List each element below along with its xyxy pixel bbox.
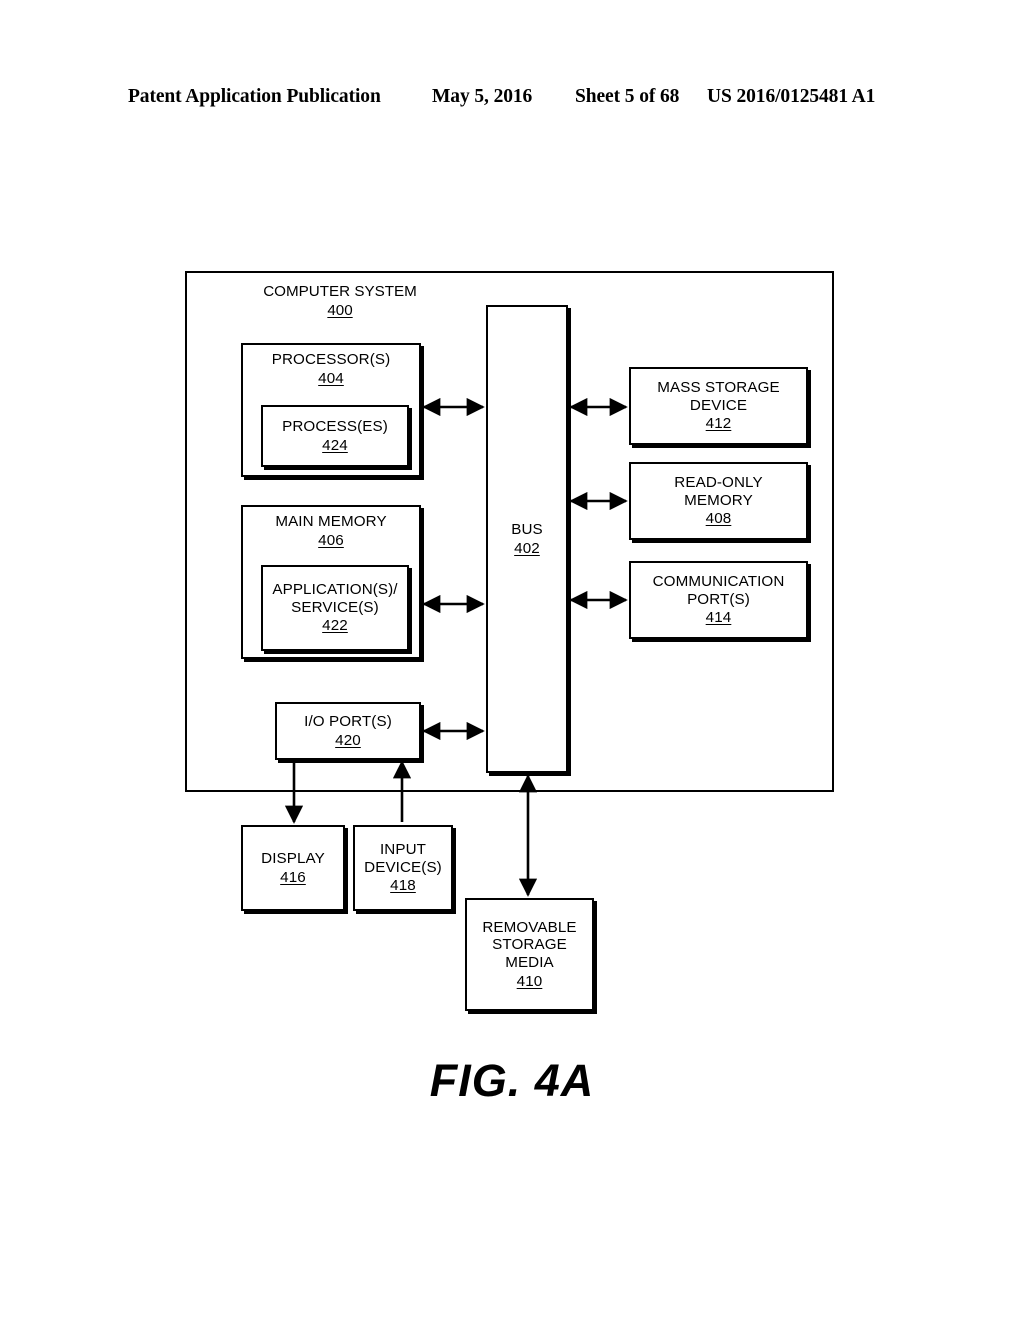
read-only-memory-line2: MEMORY bbox=[684, 491, 753, 509]
input-devices-block: INPUT DEVICE(S) 418 bbox=[353, 825, 453, 911]
removable-storage-line3: MEDIA bbox=[505, 954, 554, 971]
mass-storage-line2: DEVICE bbox=[689, 396, 748, 414]
display-refnum: 416 bbox=[280, 868, 306, 886]
io-ports-title: I/O PORT(S) bbox=[304, 712, 392, 730]
processor-title: PROCESSOR(S) bbox=[271, 351, 391, 368]
computer-system-refnum: 400 bbox=[327, 302, 353, 320]
bus-title: BUS bbox=[511, 520, 543, 538]
communication-ports-line2: PORT(S) bbox=[687, 590, 750, 608]
removable-storage-media-block: REMOVABLE STORAGE MEDIA 410 bbox=[465, 898, 594, 1011]
main-memory-refnum: 406 bbox=[318, 531, 344, 549]
input-devices-line2: DEVICE(S) bbox=[364, 858, 442, 876]
display-title: DISPLAY bbox=[261, 849, 325, 867]
read-only-memory-block: READ-ONLY MEMORY 408 bbox=[629, 462, 808, 540]
io-ports-block: I/O PORT(S) 420 bbox=[275, 702, 421, 760]
mass-storage-refnum: 412 bbox=[705, 415, 732, 433]
read-only-memory-refnum: 408 bbox=[705, 510, 732, 528]
processor-refnum: 404 bbox=[318, 369, 344, 387]
read-only-memory-line1: READ-ONLY bbox=[674, 474, 763, 492]
input-devices-line1: INPUT bbox=[379, 841, 427, 859]
communication-ports-refnum: 414 bbox=[705, 609, 732, 627]
removable-storage-refnum: 410 bbox=[516, 972, 543, 990]
mass-storage-device-block: MASS STORAGE DEVICE 412 bbox=[629, 367, 808, 445]
bus-refnum: 402 bbox=[514, 539, 540, 557]
removable-storage-line1: REMOVABLE bbox=[482, 918, 577, 936]
communication-ports-line1: COMMUNICATION bbox=[652, 573, 785, 591]
application-service-line1: APPLICATION(S)/ bbox=[272, 581, 398, 599]
display-block: DISPLAY 416 bbox=[241, 825, 345, 911]
main-memory-title: MAIN MEMORY bbox=[275, 513, 387, 530]
bus-block: BUS 402 bbox=[486, 305, 568, 773]
mass-storage-line1: MASS STORAGE bbox=[657, 379, 780, 397]
computer-system-label: COMPUTER SYSTEM 400 bbox=[240, 283, 440, 320]
process-block: PROCESS(ES) 424 bbox=[261, 405, 409, 467]
removable-storage-line2: STORAGE bbox=[492, 936, 567, 954]
computer-system-title: COMPUTER SYSTEM bbox=[263, 283, 417, 300]
application-service-refnum: 422 bbox=[322, 617, 348, 635]
figure-4a-diagram: COMPUTER SYSTEM 400 BUS 402 PROCESSOR(S)… bbox=[0, 0, 1024, 1320]
figure-caption: FIG. 4A bbox=[429, 1055, 595, 1106]
process-title: PROCESS(ES) bbox=[282, 417, 388, 435]
input-devices-refnum: 418 bbox=[390, 877, 416, 895]
application-service-line2: SERVICE(S) bbox=[291, 598, 379, 616]
process-refnum: 424 bbox=[322, 436, 348, 454]
application-service-block: APPLICATION(S)/ SERVICE(S) 422 bbox=[261, 565, 409, 651]
io-ports-refnum: 420 bbox=[335, 731, 361, 749]
communication-ports-block: COMMUNICATION PORT(S) 414 bbox=[629, 561, 808, 639]
